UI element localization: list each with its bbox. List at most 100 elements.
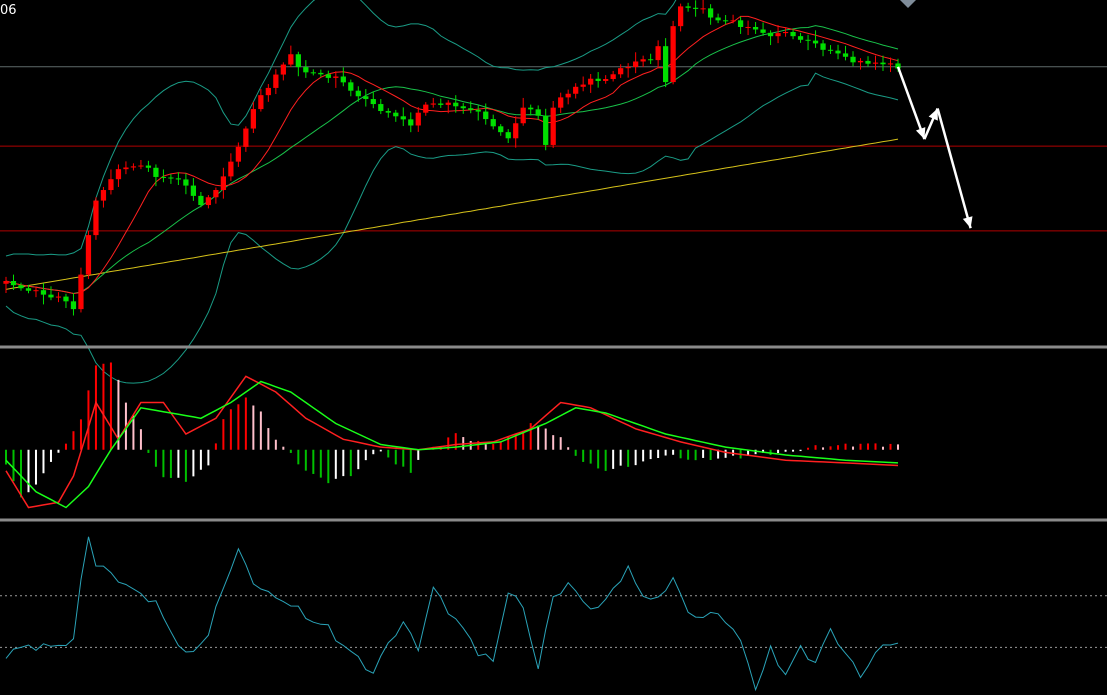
candle-body <box>258 95 264 110</box>
candle-body <box>160 176 167 178</box>
candle-body <box>475 109 481 112</box>
candle-body <box>355 90 361 97</box>
candle-body <box>100 190 107 201</box>
candle-body <box>737 20 744 27</box>
candle-body <box>715 17 721 21</box>
candle-body <box>288 54 294 65</box>
candle-body <box>655 46 661 61</box>
candle-body <box>400 116 406 120</box>
candle-body <box>10 281 17 286</box>
candle-body <box>513 123 519 139</box>
candle-body <box>183 179 189 186</box>
candle-body <box>490 119 496 127</box>
candle-body <box>483 111 489 120</box>
candle-body <box>33 290 39 292</box>
candle-body <box>370 99 376 105</box>
candle-body <box>303 67 309 73</box>
candle-body <box>505 132 511 139</box>
candle-body <box>543 115 549 145</box>
candle-body <box>108 179 114 191</box>
candle-body <box>558 97 564 108</box>
candle-body <box>145 165 152 168</box>
candle-body <box>205 197 212 206</box>
candle-body <box>18 285 24 289</box>
candle-body <box>138 165 144 167</box>
candle-body <box>842 53 849 57</box>
candle-body <box>820 43 826 50</box>
candle-body <box>63 296 69 302</box>
candle-body <box>550 107 556 145</box>
candle-body <box>115 169 122 180</box>
candle[interactable] <box>93 197 99 240</box>
candle-body <box>393 112 399 117</box>
candle-body <box>595 78 601 81</box>
candle-body <box>663 46 669 83</box>
candle-body <box>603 79 609 81</box>
candle-body <box>430 103 436 105</box>
candle-body <box>760 29 766 33</box>
candle[interactable] <box>550 100 556 149</box>
candle-body <box>243 128 249 147</box>
candle[interactable] <box>670 20 676 85</box>
candle-body <box>295 54 301 68</box>
candle-body <box>880 62 886 65</box>
candle-body <box>460 106 466 109</box>
candle-body <box>333 76 339 78</box>
candle-body <box>850 56 856 63</box>
candle-body <box>175 178 182 180</box>
candle-body <box>273 74 279 88</box>
candle-body <box>812 40 819 44</box>
candle-body <box>385 111 391 113</box>
candle-body <box>438 103 444 105</box>
candle-body <box>752 26 759 30</box>
candle-body <box>827 49 834 51</box>
candle-body <box>85 235 92 275</box>
candle-body <box>535 109 541 116</box>
candle-body <box>588 78 594 85</box>
candle-body <box>70 301 77 310</box>
candle-body <box>123 167 129 170</box>
candle-body <box>677 6 684 27</box>
candle-body <box>213 190 219 198</box>
candle[interactable] <box>85 230 92 280</box>
candle-body <box>865 60 871 64</box>
candle-body <box>55 296 62 298</box>
trading-chart[interactable] <box>0 0 1107 695</box>
candle-body <box>498 126 504 133</box>
candle-body <box>468 108 474 110</box>
candle-body <box>265 87 271 96</box>
candle-body <box>887 63 894 65</box>
candle-body <box>310 72 316 74</box>
candle-body <box>580 84 586 87</box>
candle-body <box>640 59 646 62</box>
candle-body <box>423 104 429 113</box>
candle-body <box>40 290 47 295</box>
candle-body <box>220 176 227 191</box>
candle-body <box>835 50 841 54</box>
candle-body <box>857 60 864 63</box>
candle-body <box>745 26 751 28</box>
candle-body <box>872 62 879 64</box>
candle-body <box>348 82 354 91</box>
candle-body <box>730 20 736 22</box>
candle-body <box>625 67 631 69</box>
candle-body <box>228 161 234 177</box>
candle-body <box>805 39 811 41</box>
candle-body <box>130 166 137 168</box>
candle-body <box>3 281 9 284</box>
candle-body <box>782 31 789 34</box>
candle-body <box>767 32 774 37</box>
candle-body <box>378 104 384 112</box>
candle-body <box>685 6 691 8</box>
candle-body <box>618 68 624 75</box>
candle-body <box>168 177 174 179</box>
candle-body <box>318 72 324 75</box>
candle-body <box>722 20 729 22</box>
candle-body <box>48 294 54 298</box>
price-scale-label: 06 <box>0 3 17 18</box>
candle-body <box>235 146 241 162</box>
candle-body <box>78 274 84 310</box>
chart-root: 06 <box>0 0 1107 695</box>
candle-body <box>610 74 616 80</box>
candle-body <box>93 200 99 236</box>
